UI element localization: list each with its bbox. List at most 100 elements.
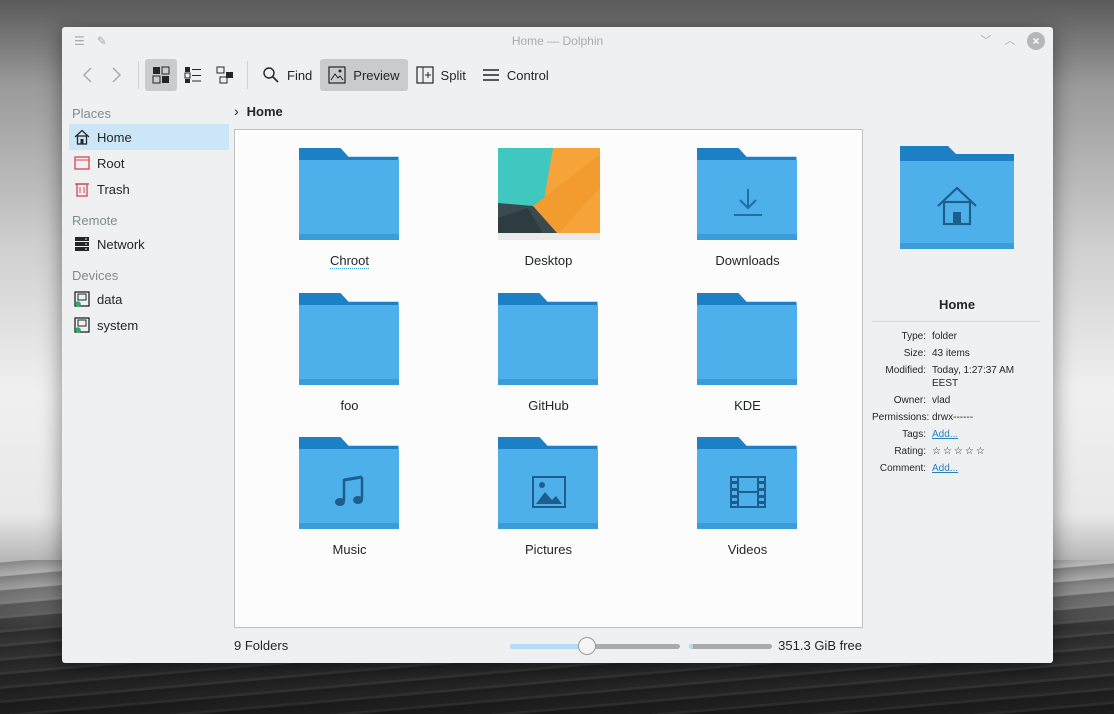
icons-view-icon (152, 66, 170, 84)
status-bar: 9 Folders 351.3 GiB free (234, 637, 862, 655)
info-key: Tags: (902, 429, 926, 440)
sidebar-item-label: Root (97, 155, 125, 171)
info-row-tags: Tags: Add... (872, 428, 1042, 441)
close-icon[interactable]: × (1027, 32, 1045, 50)
minimize-icon[interactable]: ﹀ (979, 34, 993, 48)
maximize-icon[interactable]: ︿ (1003, 34, 1017, 48)
file-item-chroot[interactable]: Chroot (250, 148, 449, 269)
sidebar-item-label: Trash (97, 181, 130, 197)
trash-icon (75, 183, 89, 197)
preview-button[interactable]: Preview (320, 59, 408, 91)
info-divider (872, 321, 1040, 322)
details-view-icon (216, 66, 233, 84)
info-row-rating: Rating: ☆☆☆☆☆ (872, 445, 1042, 458)
search-icon (263, 67, 279, 83)
compact-view-button[interactable] (177, 59, 209, 91)
titlebar-right-buttons: ﹀ ︿ × (979, 32, 1045, 50)
add-tags-link[interactable]: Add... (932, 429, 958, 440)
sidebar-item-network[interactable]: Network (69, 231, 229, 257)
file-item-kde[interactable]: KDE (648, 293, 847, 413)
info-row-size: Size: 43 items (872, 347, 1042, 360)
chevron-right-icon[interactable]: › (234, 103, 239, 119)
folder-icon (696, 437, 800, 531)
folder-red-icon (74, 156, 90, 170)
find-label: Find (287, 67, 313, 83)
info-row-permissions: Permissions: drwx------ (872, 411, 1042, 424)
toolbar: Find Preview Split Control (62, 57, 1053, 93)
file-item-music[interactable]: Music (250, 437, 449, 557)
dolphin-window: ☰ ✎ Home — Dolphin ﹀ ︿ × Find Preview Sp… (62, 27, 1053, 663)
breadcrumb-current[interactable]: Home (247, 104, 283, 119)
folder-icon (497, 293, 601, 387)
sidebar-item-home[interactable]: Home (69, 124, 229, 150)
info-row-modified: Modified: Today, 1:27:37 AM EEST (872, 364, 1042, 390)
file-item-label: KDE (734, 398, 761, 413)
control-label: Control (506, 67, 549, 83)
info-row-owner: Owner: vlad (872, 394, 1042, 407)
folder-icon (298, 437, 402, 531)
music-note-icon (334, 475, 363, 506)
picture-icon (531, 476, 566, 508)
zoom-slider-fill (510, 644, 587, 649)
sidebar-item-trash[interactable]: Trash (69, 176, 229, 202)
info-value: Today, 1:27:37 AM EEST (932, 365, 1015, 389)
file-item-label: GitHub (528, 398, 569, 413)
places-group: Places Home Root Trash (69, 103, 229, 202)
compact-view-icon (184, 67, 201, 83)
add-comment-link[interactable]: Add... (932, 463, 958, 474)
info-key: Rating: (894, 446, 926, 457)
remote-heading: Remote (72, 213, 118, 228)
file-item-foo[interactable]: foo (250, 293, 449, 413)
icons-view-button[interactable] (145, 59, 177, 91)
file-item-downloads[interactable]: Downloads (648, 148, 847, 269)
file-item-label: Videos (727, 542, 768, 557)
disk-space-bar (689, 644, 772, 649)
hamburger-menu-icon (482, 69, 499, 81)
disk-space-fill (689, 644, 694, 649)
info-key: Type: (901, 331, 926, 342)
info-row-comment: Comment: Add... (872, 462, 1042, 475)
info-value: drwx------ (932, 412, 974, 423)
sidebar-item-label: system (97, 317, 139, 333)
forward-button[interactable] (102, 59, 132, 91)
file-view[interactable]: Chroot Desktop Downloads foo GitHub KDE … (234, 129, 863, 628)
drive-icon (74, 317, 90, 333)
info-key: Modified: (885, 365, 926, 376)
file-item-label: Desktop (524, 253, 573, 268)
title-bar: ☰ ✎ Home — Dolphin ﹀ ︿ × (62, 27, 1053, 55)
file-grid: Chroot Desktop Downloads foo GitHub KDE … (235, 148, 862, 557)
file-item-label: Music (332, 542, 367, 557)
split-button[interactable]: Split (408, 59, 474, 91)
control-button[interactable]: Control (474, 59, 557, 91)
sidebar-item-label: Home (97, 129, 132, 145)
folder-icon (497, 437, 601, 531)
file-item-videos[interactable]: Videos (648, 437, 847, 557)
info-value: vlad (932, 395, 951, 406)
details-view-button[interactable] (209, 59, 241, 91)
places-panel: Places Home Root Trash Remote Network De… (69, 101, 229, 338)
folder-icon (696, 293, 800, 387)
free-space-label: 351.3 GiB free (778, 638, 862, 653)
info-key: Owner: (893, 395, 926, 406)
file-item-desktop[interactable]: Desktop (449, 148, 648, 269)
toolbar-separator (247, 61, 248, 89)
find-button[interactable]: Find (254, 59, 320, 91)
rating-stars-icon[interactable]: ☆☆☆☆☆ (932, 445, 1042, 458)
info-properties: Type: folder Size: 43 items Modified: To… (872, 330, 1042, 479)
places-heading: Places (72, 106, 112, 121)
home-icon (74, 129, 90, 145)
info-value: folder (932, 331, 958, 342)
file-item-github[interactable]: GitHub (449, 293, 648, 413)
preview-icon (328, 66, 346, 84)
sidebar-item-data[interactable]: data (69, 286, 229, 312)
file-item-pictures[interactable]: Pictures (449, 437, 648, 557)
sidebar-item-system[interactable]: system (69, 312, 229, 338)
forward-arrow-icon (112, 67, 122, 83)
file-item-label: Downloads (715, 253, 780, 268)
item-count: 9 Folders (234, 638, 289, 653)
desktop-preview-thumbnail (497, 148, 601, 242)
zoom-slider[interactable] (510, 637, 680, 655)
sidebar-item-root[interactable]: Root (69, 150, 229, 176)
back-button[interactable] (72, 59, 102, 91)
zoom-slider-handle[interactable] (577, 637, 596, 655)
